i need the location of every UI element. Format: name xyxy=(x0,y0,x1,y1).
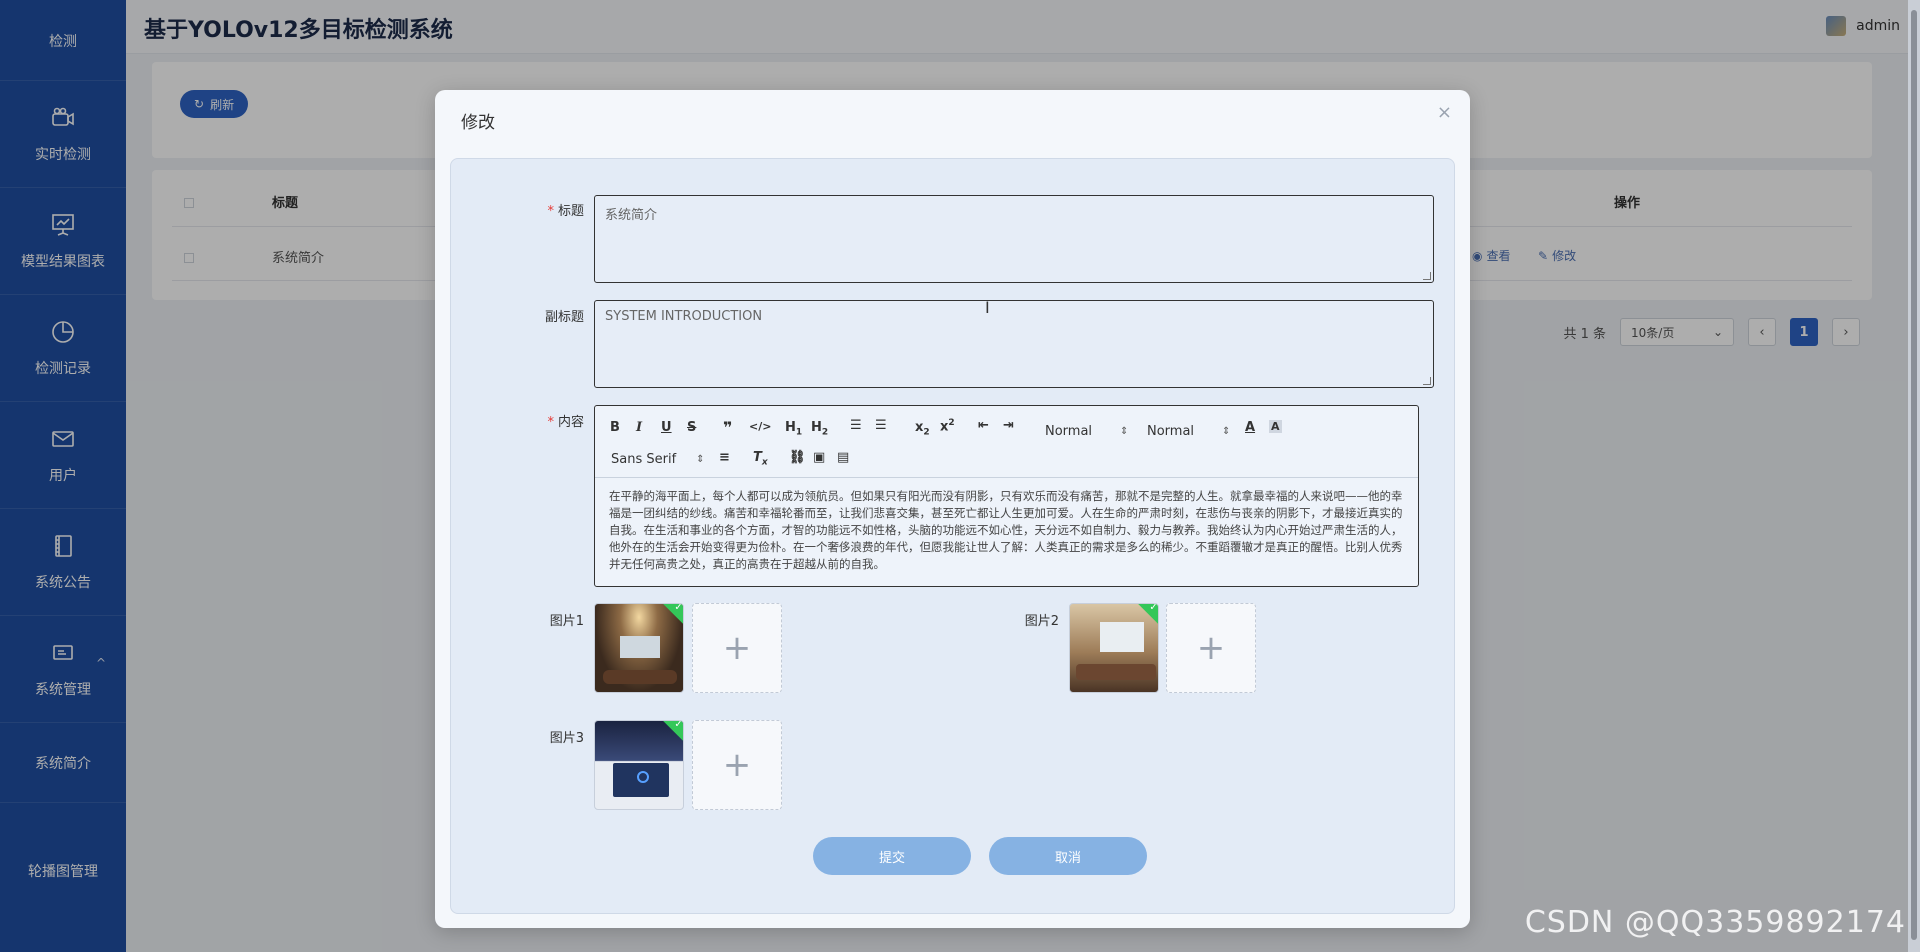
font-select[interactable]: Sans Serif ⇕ xyxy=(611,452,705,467)
scrollbar-thumb[interactable] xyxy=(1911,10,1917,940)
check-icon xyxy=(663,721,683,741)
check-icon xyxy=(663,604,683,624)
clear-format-icon[interactable]: Tx xyxy=(753,450,768,468)
subtitle-label: 副标题 xyxy=(544,310,584,325)
projector-screen-image xyxy=(1100,622,1144,652)
align-icon[interactable]: ≡ xyxy=(719,450,730,465)
plus-icon: + xyxy=(722,628,752,668)
plus-icon: + xyxy=(722,745,752,785)
text-cursor-icon: I xyxy=(985,298,990,317)
image2-thumbnail[interactable] xyxy=(1069,603,1159,693)
watermark: CSDN @QQ3359892174 xyxy=(1524,905,1906,940)
indent-icon[interactable]: ⇥ xyxy=(1003,418,1014,433)
header-select[interactable]: Normal ⇕ xyxy=(1045,424,1128,439)
bold-icon[interactable]: B xyxy=(610,420,620,435)
submit-button[interactable]: 提交 xyxy=(813,837,971,875)
italic-icon[interactable]: I xyxy=(636,420,642,435)
projector-screen-image xyxy=(620,636,660,658)
image1-thumbnail[interactable] xyxy=(594,603,684,693)
select-arrows-icon: ⇕ xyxy=(696,454,705,465)
superscript-icon[interactable]: x2 xyxy=(940,418,955,434)
subtitle-input[interactable]: SYSTEM INTRODUCTION xyxy=(594,300,1434,388)
blockquote-icon[interactable]: ❞ xyxy=(723,418,732,437)
size-select[interactable]: Normal ⇕ xyxy=(1147,424,1230,439)
video-icon[interactable]: ▤ xyxy=(837,450,849,465)
code-icon[interactable]: </> xyxy=(749,420,771,433)
rich-text-editor[interactable]: B I U S ❞ </> H1 H2 ☰ ☰ x2 x2 ⇤ ⇥ Normal… xyxy=(594,405,1419,587)
title-label: * 标题 xyxy=(547,204,584,219)
link-icon[interactable]: ⛓ xyxy=(789,450,806,465)
resize-handle[interactable] xyxy=(1423,377,1431,385)
editor-toolbar: B I U S ❞ </> H1 H2 ☰ ☰ x2 x2 ⇤ ⇥ Normal… xyxy=(595,406,1418,478)
editor-content[interactable]: 在平静的海平面上，每个人都可以成为领航员。但如果只有阳光而没有阴影，只有欢乐而没… xyxy=(609,488,1404,573)
font-color-icon[interactable]: A xyxy=(1245,420,1255,435)
page-scrollbar[interactable] xyxy=(1908,0,1920,952)
image3-label: 图片3 xyxy=(549,731,584,746)
ordered-list-icon[interactable]: ☰ xyxy=(850,418,862,433)
plus-icon: + xyxy=(1196,628,1226,668)
outdent-icon[interactable]: ⇤ xyxy=(978,418,989,433)
cancel-button[interactable]: 取消 xyxy=(989,837,1147,875)
background-color-icon[interactable]: A xyxy=(1269,420,1282,433)
h1-icon[interactable]: H1 xyxy=(785,420,802,438)
strike-icon[interactable]: S xyxy=(687,420,696,435)
table-image xyxy=(603,670,677,684)
image3-thumbnail[interactable] xyxy=(594,720,684,810)
select-arrows-icon: ⇕ xyxy=(1222,426,1231,437)
close-icon[interactable]: × xyxy=(1437,102,1452,123)
image2-label: 图片2 xyxy=(1024,614,1059,629)
image-icon[interactable]: ▣ xyxy=(813,450,825,465)
h2-icon[interactable]: H2 xyxy=(811,420,828,438)
subscript-icon[interactable]: x2 xyxy=(915,420,930,438)
select-arrows-icon: ⇕ xyxy=(1120,426,1129,437)
image3-upload-button[interactable]: + xyxy=(692,720,782,810)
bullet-list-icon[interactable]: ☰ xyxy=(875,418,887,433)
dialog-title: 修改 xyxy=(461,113,495,133)
image2-upload-button[interactable]: + xyxy=(1166,603,1256,693)
image1-upload-button[interactable]: + xyxy=(692,603,782,693)
ring-chart-image xyxy=(637,771,649,783)
resize-handle[interactable] xyxy=(1423,272,1431,280)
underline-icon[interactable]: U xyxy=(661,420,672,435)
content-label: * 内容 xyxy=(547,415,584,430)
image1-label: 图片1 xyxy=(549,614,584,629)
table-image xyxy=(1076,664,1156,680)
title-input[interactable]: 系统简介 xyxy=(594,195,1434,283)
check-icon xyxy=(1138,604,1158,624)
